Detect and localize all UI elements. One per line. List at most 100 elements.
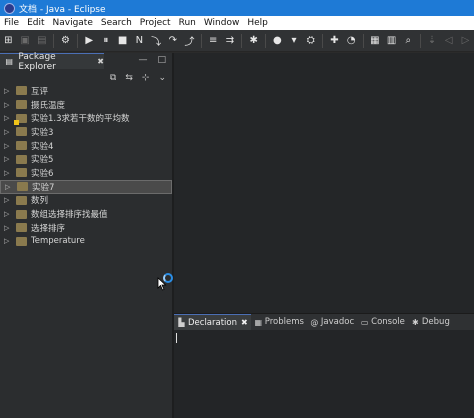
maximize-icon[interactable]: □ <box>157 55 166 65</box>
expand-icon[interactable]: ▷ <box>4 169 14 177</box>
package-explorer-toolbar: ⧉ ⇆ ⊹ ⌄ <box>0 70 172 85</box>
editor-area[interactable] <box>174 53 474 313</box>
tab-declaration[interactable]: ▙ Declaration ✖ <box>174 314 251 330</box>
menu-file[interactable]: File <box>0 18 23 28</box>
list-item-selected[interactable]: ▷ 实验7 <box>0 179 172 194</box>
toolbar-separator <box>241 33 243 48</box>
forward-icon[interactable]: ▷ <box>459 34 473 48</box>
terminate-icon[interactable]: ■ <box>116 34 130 48</box>
list-item[interactable]: ▷ 实验4 <box>0 139 172 153</box>
tab-label: Console <box>371 317 405 327</box>
toolbar-separator <box>322 33 324 48</box>
project-folder-icon <box>16 168 27 178</box>
expand-icon[interactable]: ▷ <box>4 101 14 109</box>
tab-package-explorer[interactable]: ▤ Package Explorer ✖ <box>0 52 104 72</box>
step-into-icon[interactable]: ⤵ <box>149 34 163 48</box>
expand-icon[interactable]: ▷ <box>4 224 14 232</box>
tab-label: Javadoc <box>320 317 355 327</box>
menu-project[interactable]: Project <box>136 18 175 28</box>
debug-icon[interactable]: ✱ <box>247 34 261 48</box>
declaration-view[interactable] <box>174 330 474 418</box>
collapse-all-icon[interactable]: ⧉ <box>110 73 116 83</box>
disconnect-icon[interactable]: N <box>133 34 147 48</box>
resume-icon[interactable]: ▶ <box>82 34 96 48</box>
text-caret <box>176 333 177 343</box>
list-item[interactable]: ▷ 实验1.3求若干数的平均数 <box>0 111 172 125</box>
menu-run[interactable]: Run <box>175 18 200 28</box>
project-tree: ▷ 互评 ▷ 摄氏温度 ▷ 实验1.3求若干数的平均数 ▷ 实验3 ▷ 实验4 … <box>0 84 172 248</box>
minimize-icon[interactable]: — <box>138 55 147 65</box>
list-item[interactable]: ▷ 数列 <box>0 194 172 208</box>
list-item[interactable]: ▷ 实验6 <box>0 166 172 180</box>
expand-icon[interactable]: ▷ <box>4 128 14 136</box>
open-type-icon[interactable]: ▥ <box>385 34 399 48</box>
close-icon[interactable]: ✖ <box>97 57 104 66</box>
expand-icon[interactable]: ▷ <box>4 210 14 218</box>
link-with-editor-icon[interactable]: ⇆ <box>125 73 133 83</box>
back-icon[interactable]: ◁ <box>442 34 456 48</box>
project-folder-warning-icon <box>14 113 27 125</box>
list-item[interactable]: ▷ 实验3 <box>0 125 172 139</box>
settings-icon[interactable]: ⚙ <box>59 34 73 48</box>
focus-icon[interactable]: ⊹ <box>142 73 150 83</box>
menu-help[interactable]: Help <box>243 18 272 28</box>
expand-icon[interactable]: ▷ <box>5 183 15 191</box>
project-label: 数组选择排序找最值 <box>31 210 108 221</box>
save-icon[interactable]: ▣ <box>18 34 32 48</box>
use-step-filters-icon[interactable]: ⇉ <box>223 34 237 48</box>
expand-icon[interactable]: ▷ <box>4 196 14 204</box>
step-over-icon[interactable]: ↷ <box>166 34 180 48</box>
tab-label: Debug <box>421 317 450 327</box>
tab-problems[interactable]: ▦ Problems <box>251 314 307 330</box>
menu-edit[interactable]: Edit <box>23 18 48 28</box>
new-class-icon[interactable]: ▦ <box>368 34 382 48</box>
tab-debug[interactable]: ✱ Debug <box>408 314 453 330</box>
close-icon[interactable]: ✖ <box>241 318 248 327</box>
list-item[interactable]: ▷ 数组选择排序找最值 <box>0 207 172 221</box>
project-label: 实验5 <box>31 155 54 166</box>
expand-icon[interactable]: ▷ <box>4 114 14 122</box>
suspend-icon[interactable]: ⏸ <box>99 34 113 48</box>
project-label: 选择排序 <box>31 223 66 234</box>
next-annotation-icon[interactable]: ⇣ <box>425 34 439 48</box>
package-explorer-panel: ▤ Package Explorer ✖ — □ ⧉ ⇆ ⊹ ⌄ ▷ 互评 ▷ … <box>0 52 172 418</box>
project-folder-icon <box>16 100 27 110</box>
list-item[interactable]: ▷ 互评 <box>0 84 172 98</box>
tab-javadoc[interactable]: @ Javadoc <box>307 314 357 330</box>
tab-console[interactable]: ▭ Console <box>357 314 408 330</box>
run-icon[interactable]: ● <box>270 34 284 48</box>
list-item[interactable]: ▷ 选择排序 <box>0 221 172 235</box>
list-item[interactable]: ▷ 实验5 <box>0 152 172 166</box>
list-item[interactable]: ▷ 摄氏温度 <box>0 98 172 112</box>
project-label: 实验7 <box>32 182 55 193</box>
menu-window[interactable]: Window <box>200 18 244 28</box>
new-package-icon[interactable]: ◔ <box>344 34 358 48</box>
new-icon[interactable]: ⊞ <box>2 34 16 48</box>
expand-icon[interactable]: ▷ <box>4 237 14 245</box>
project-folder-icon <box>16 154 27 164</box>
run-menu-icon[interactable]: ▾ <box>287 34 301 48</box>
eclipse-icon <box>4 2 15 14</box>
search-icon[interactable]: ⌕ <box>401 34 415 48</box>
problems-icon: ▦ <box>254 317 262 327</box>
toolbar-separator <box>76 33 78 48</box>
expand-icon[interactable]: ▷ <box>4 142 14 150</box>
toolbar-separator <box>362 33 364 48</box>
expand-icon[interactable]: ▷ <box>4 155 14 163</box>
drop-to-frame-icon[interactable]: ≡ <box>206 34 220 48</box>
new-java-project-icon[interactable]: ✚ <box>328 34 342 48</box>
menu-search[interactable]: Search <box>97 18 136 28</box>
title-bar: 文档 - Java - Eclipse <box>0 0 474 16</box>
save-all-icon[interactable]: ▤ <box>35 34 49 48</box>
list-item[interactable]: ▷ Temperature <box>0 235 172 249</box>
tab-label: Declaration <box>188 317 238 328</box>
debug-icon: ✱ <box>412 317 419 327</box>
project-folder-icon <box>16 86 27 96</box>
expand-icon[interactable]: ▷ <box>4 87 14 95</box>
external-tools-icon[interactable]: ⛭ <box>304 34 318 48</box>
step-return-icon[interactable]: ⤴ <box>183 34 197 48</box>
menu-navigate[interactable]: Navigate <box>49 18 97 28</box>
view-menu-icon[interactable]: ⌄ <box>158 73 166 83</box>
bottom-tab-bar: ▙ Declaration ✖ ▦ Problems @ Javadoc ▭ C… <box>174 314 474 330</box>
toolbar-separator <box>419 33 421 48</box>
